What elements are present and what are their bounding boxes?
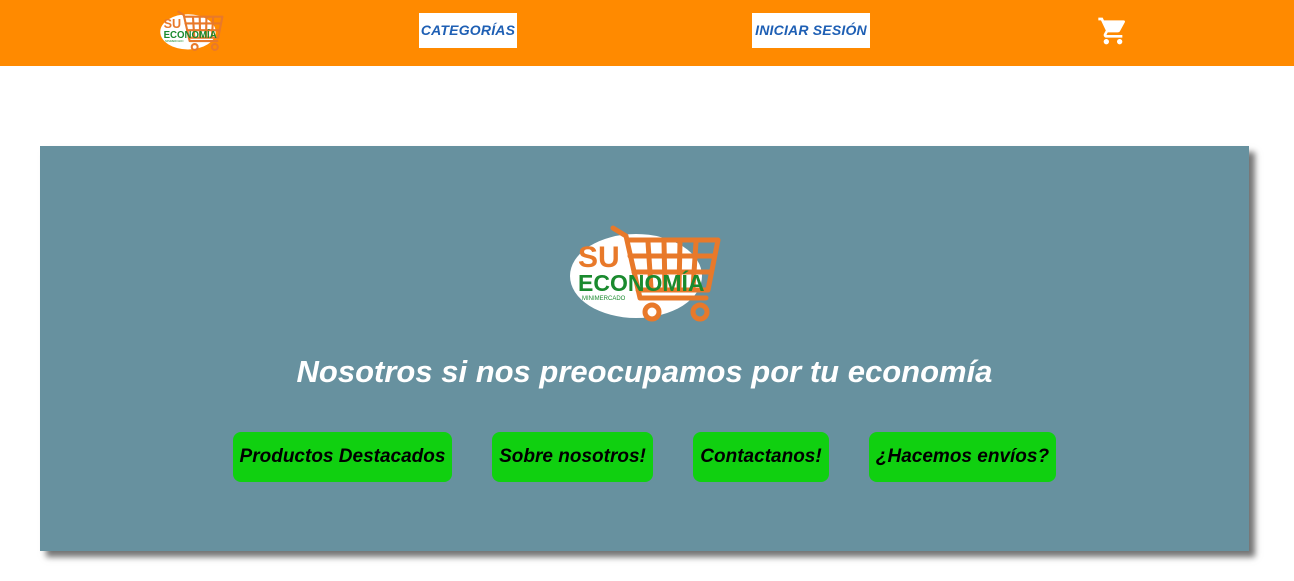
- hero-logo: SU ECONOMÍA MINIMERCADO: [570, 225, 721, 322]
- about-us-button[interactable]: Sobre nosotros!: [492, 432, 653, 482]
- top-navbar: SU ECONOMÍA MINIMERCADO CATEGORÍAS INICI…: [0, 0, 1294, 66]
- categories-button[interactable]: CATEGORÍAS: [419, 13, 517, 48]
- logo-text-economia: ECONOMÍA: [164, 30, 217, 41]
- featured-products-button[interactable]: Productos Destacados: [233, 432, 452, 482]
- contact-button[interactable]: Contactanos!: [693, 432, 829, 482]
- shipping-info-button[interactable]: ¿Hacemos envíos?: [869, 432, 1056, 482]
- hero-tagline: Nosotros si nos preocupamos por tu econo…: [296, 354, 993, 389]
- hero-banner: SU ECONOMÍA MINIMERCADO Nosotros si nos …: [40, 146, 1249, 551]
- logo-text-su: SU: [164, 17, 182, 31]
- login-button[interactable]: INICIAR SESIÓN: [752, 13, 870, 48]
- logo-text-economia: ECONOMÍA: [578, 269, 705, 296]
- logo-text-minimercado: MINIMERCADO: [582, 296, 626, 302]
- logo-text-minimercado: MINIMERCADO: [165, 40, 183, 43]
- nav-logo[interactable]: SU ECONOMÍA MINIMERCADO: [158, 10, 228, 52]
- shopping-cart-icon[interactable]: [1097, 15, 1129, 47]
